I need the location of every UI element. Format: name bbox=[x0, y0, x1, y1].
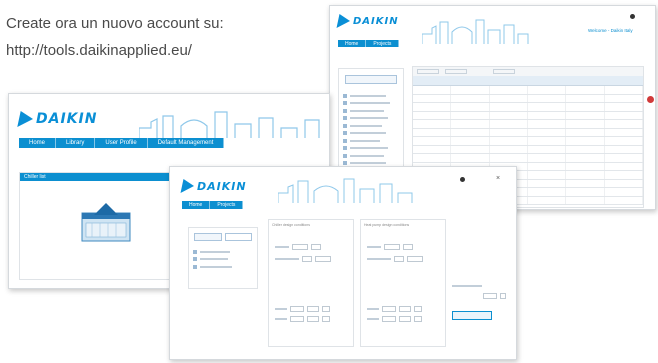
form-input[interactable] bbox=[290, 316, 304, 322]
daikin-logo-text: DAIKIN bbox=[353, 15, 399, 27]
top-nav-left: Home Library User Profile Default Manage… bbox=[19, 138, 225, 148]
user-welcome-label: Welcome - Daikin Italy bbox=[588, 28, 633, 33]
nav-tab-home[interactable]: Home bbox=[19, 138, 57, 148]
table-row[interactable] bbox=[413, 94, 643, 103]
nav-tab-default-management[interactable]: Default Management bbox=[148, 138, 225, 148]
form-input[interactable] bbox=[394, 256, 404, 262]
form-input[interactable] bbox=[322, 306, 330, 312]
form-select[interactable] bbox=[384, 244, 400, 250]
delete-icon[interactable] bbox=[647, 96, 654, 103]
table-header bbox=[413, 76, 643, 86]
table-row[interactable] bbox=[413, 145, 643, 154]
sidebar-item[interactable] bbox=[339, 107, 403, 115]
nav-tab-library[interactable]: Library bbox=[56, 138, 96, 148]
form-input[interactable] bbox=[399, 316, 411, 322]
daikin-logo-mark-icon bbox=[336, 14, 352, 28]
table-row[interactable] bbox=[413, 128, 643, 137]
form-input[interactable] bbox=[311, 244, 321, 250]
form-input[interactable] bbox=[307, 306, 319, 312]
nav-tab-home[interactable]: Home bbox=[338, 40, 367, 47]
table-row[interactable] bbox=[413, 137, 643, 146]
sidebar-panel bbox=[188, 227, 258, 289]
table-row[interactable] bbox=[413, 111, 643, 120]
sidebar-item[interactable] bbox=[339, 137, 403, 145]
nav-tab-projects[interactable]: Projects bbox=[210, 201, 244, 209]
city-skyline-icon bbox=[139, 111, 320, 138]
top-nav-right: Home Projects bbox=[338, 40, 400, 47]
top-nav-front: Home Projects bbox=[182, 201, 244, 209]
user-avatar-icon[interactable] bbox=[630, 14, 635, 19]
form-select[interactable] bbox=[483, 293, 497, 299]
form-input[interactable] bbox=[414, 316, 422, 322]
section-title: Chiller design conditions bbox=[272, 223, 310, 227]
heat-pump-design-section: Heat pump design conditions bbox=[360, 219, 446, 347]
nav-tab-user-profile[interactable]: User Profile bbox=[95, 138, 148, 148]
sidebar-item[interactable] bbox=[339, 92, 403, 100]
form-input[interactable] bbox=[407, 256, 423, 262]
form-input[interactable] bbox=[290, 306, 304, 312]
sidebar-item[interactable] bbox=[189, 263, 257, 271]
form-input[interactable] bbox=[382, 306, 396, 312]
sidebar-item[interactable] bbox=[189, 256, 257, 264]
sidebar-item[interactable] bbox=[339, 145, 403, 153]
table-tab[interactable] bbox=[417, 69, 439, 74]
close-icon[interactable]: × bbox=[496, 175, 500, 182]
daikin-logo-text: DAIKIN bbox=[197, 179, 247, 193]
sidebar-item[interactable] bbox=[339, 115, 403, 123]
form-input[interactable] bbox=[382, 316, 396, 322]
form-input[interactable] bbox=[315, 256, 331, 262]
sidebar-tab[interactable] bbox=[224, 233, 252, 241]
sidebar-item[interactable] bbox=[339, 100, 403, 108]
chiller-unit-icon[interactable] bbox=[78, 201, 134, 245]
sidebar-item[interactable] bbox=[339, 152, 403, 160]
section-title: Heat pump design conditions bbox=[364, 223, 410, 227]
city-skyline-icon bbox=[278, 178, 413, 203]
sidebar-item[interactable] bbox=[189, 248, 257, 256]
nav-tab-projects[interactable]: Projects bbox=[366, 40, 400, 47]
chiller-design-section: Chiller design conditions bbox=[268, 219, 354, 347]
daikin-logo: DAIKIN bbox=[180, 179, 247, 193]
table-tab[interactable] bbox=[445, 69, 467, 74]
headline-url: http://tools.daikinapplied.eu/ bbox=[6, 42, 192, 59]
daikin-logo: DAIKIN bbox=[17, 111, 98, 127]
panel-title: Chiller list bbox=[20, 173, 194, 181]
nav-tab-home[interactable]: Home bbox=[182, 201, 211, 209]
sidebar-item[interactable] bbox=[339, 122, 403, 130]
daikin-logo-mark-icon bbox=[17, 111, 35, 127]
daikin-logo-mark-icon bbox=[180, 179, 196, 193]
sidebar-header-button[interactable] bbox=[345, 75, 397, 84]
form-input[interactable] bbox=[302, 256, 312, 262]
sidebar-tab[interactable] bbox=[194, 233, 222, 241]
sidebar-item[interactable] bbox=[339, 130, 403, 138]
city-skyline-icon bbox=[422, 19, 529, 44]
form-input[interactable] bbox=[322, 316, 330, 322]
daikin-logo: DAIKIN bbox=[336, 14, 399, 28]
screenshot-design-form: DAIKIN × Home Projects Chiller design co… bbox=[169, 166, 517, 360]
form-input[interactable] bbox=[500, 293, 506, 299]
user-avatar-icon[interactable] bbox=[460, 177, 465, 182]
form-input[interactable] bbox=[307, 316, 319, 322]
daikin-logo-text: DAIKIN bbox=[36, 111, 98, 127]
table-toolbar bbox=[413, 67, 643, 76]
form-input[interactable] bbox=[414, 306, 422, 312]
form-input[interactable] bbox=[403, 244, 413, 250]
form-input[interactable] bbox=[399, 306, 411, 312]
table-row[interactable] bbox=[413, 86, 643, 95]
calculate-button[interactable] bbox=[452, 311, 492, 320]
table-tab[interactable] bbox=[493, 69, 515, 74]
headline-line-1: Create ora un nuovo account su: bbox=[6, 15, 224, 32]
options-column bbox=[452, 285, 506, 331]
headline: Create ora un nuovo account su: http://t… bbox=[6, 10, 224, 64]
table-row[interactable] bbox=[413, 154, 643, 163]
table-row[interactable] bbox=[413, 103, 643, 112]
form-select[interactable] bbox=[292, 244, 308, 250]
table-row[interactable] bbox=[413, 120, 643, 129]
